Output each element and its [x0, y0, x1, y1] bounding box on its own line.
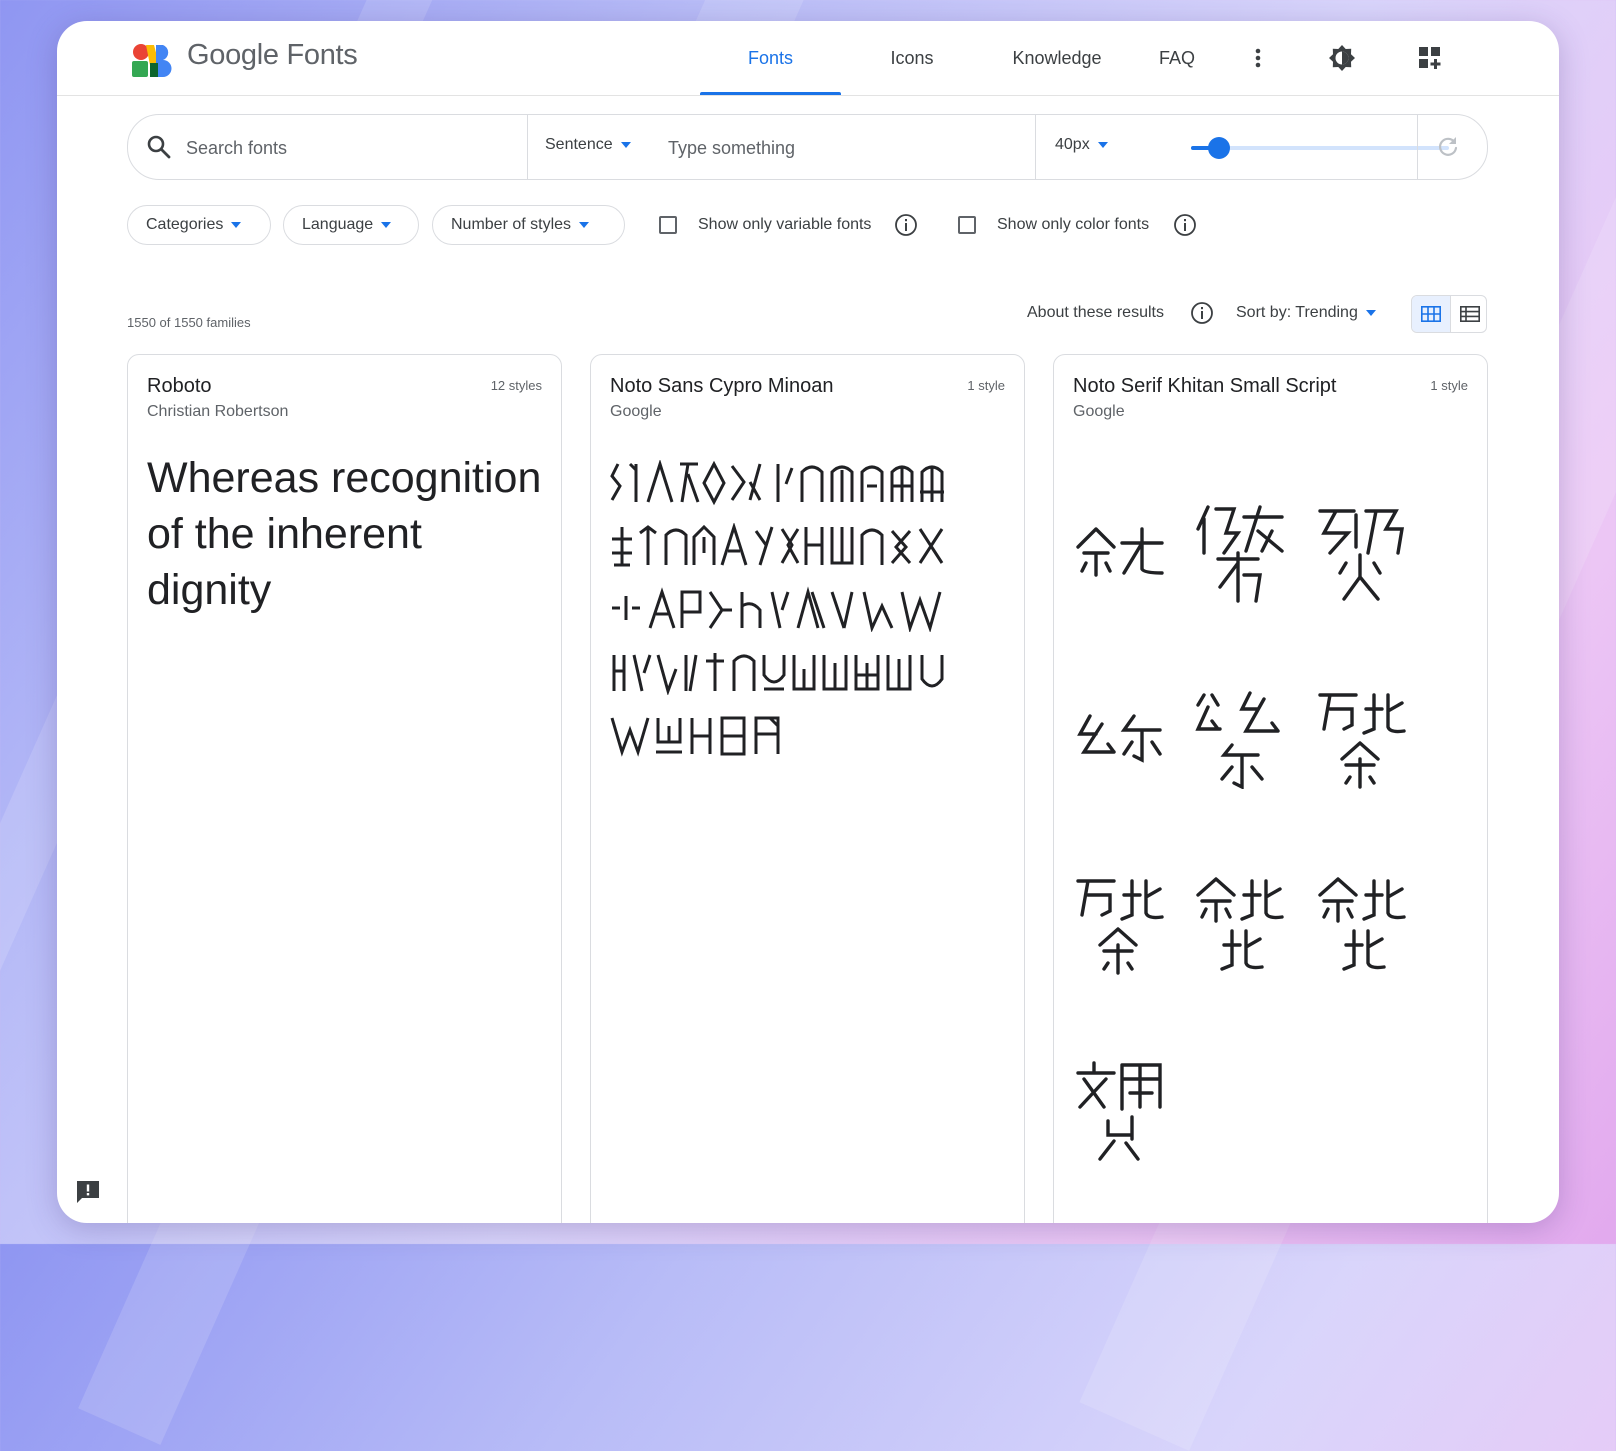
info-icon[interactable]	[894, 213, 918, 237]
glyph-block	[1318, 877, 1406, 971]
google-fonts-logo[interactable]	[132, 43, 172, 77]
variable-fonts-label[interactable]: Show only variable fonts	[698, 216, 871, 234]
font-name[interactable]: Roboto	[147, 375, 212, 398]
font-card-noto-sans-cypro-minoan[interactable]: Noto Sans Cypro Minoan Google 1 style	[590, 354, 1025, 1223]
font-card-roboto[interactable]: Roboto Christian Robertson 12 styles Whe…	[127, 354, 562, 1223]
font-size-label: 40px	[1055, 136, 1090, 153]
preview-mode-label: Sentence	[545, 136, 613, 153]
glyph-block	[1318, 509, 1405, 601]
language-label: Language	[302, 216, 374, 233]
apps-add-icon[interactable]	[1413, 41, 1447, 75]
list-view-icon	[1460, 306, 1480, 322]
top-app-bar: Google Fonts Fonts Icons Knowledge FAQ	[57, 21, 1559, 96]
variable-fonts-checkbox[interactable]	[659, 216, 677, 234]
glyph-block	[1195, 691, 1280, 789]
number-of-styles-label: Number of styles	[451, 216, 572, 233]
brightness-icon[interactable]	[1325, 41, 1359, 75]
glyph-block	[1318, 693, 1406, 789]
tab-knowledge[interactable]: Knowledge	[992, 48, 1122, 69]
search-icon	[147, 135, 171, 159]
glyph-block	[1196, 877, 1284, 971]
glyph-line	[612, 586, 942, 632]
feedback-icon[interactable]	[75, 1179, 101, 1205]
color-fonts-label[interactable]: Show only color fonts	[997, 216, 1149, 234]
glyph-line	[610, 460, 944, 506]
chevron-down-icon	[620, 141, 631, 148]
search-input[interactable]	[184, 133, 508, 163]
info-icon[interactable]	[1173, 213, 1197, 237]
categories-label: Categories	[146, 216, 224, 233]
glyph-block	[1076, 1061, 1162, 1161]
info-icon[interactable]	[1190, 301, 1214, 325]
tab-icons[interactable]: Icons	[852, 48, 972, 69]
chevron-down-icon	[381, 222, 392, 228]
about-results-link[interactable]: About these results	[1027, 304, 1164, 322]
view-toggle	[1411, 295, 1487, 333]
color-fonts-checkbox[interactable]	[958, 216, 976, 234]
active-tab-indicator	[700, 92, 841, 95]
font-author: Google	[610, 403, 662, 420]
font-author: Christian Robertson	[147, 403, 289, 420]
search-preview-bar: Sentence 40px	[127, 114, 1488, 180]
results-count: 1550 of 1550 families	[127, 315, 251, 330]
glyph-block	[1076, 527, 1164, 577]
chevron-down-icon	[231, 222, 242, 228]
chevron-down-icon	[579, 222, 590, 228]
style-count: 1 style	[967, 378, 1005, 393]
browser-window: Google Fonts Fonts Icons Knowledge FAQ S…	[57, 21, 1559, 1223]
tab-faq[interactable]: FAQ	[1137, 48, 1217, 69]
preview-text-input[interactable]	[666, 133, 1010, 163]
logo-text[interactable]: Google Fonts	[187, 39, 358, 72]
glyph-block	[1077, 714, 1162, 763]
more-vert-icon[interactable]	[1241, 41, 1275, 75]
tab-fonts[interactable]: Fonts	[700, 48, 841, 69]
style-count: 12 styles	[490, 378, 542, 393]
number-of-styles-filter[interactable]: Number of styles	[432, 205, 625, 245]
glyph-line	[612, 653, 944, 695]
font-preview-text[interactable]: Whereas recognition of the inherent dign…	[147, 450, 547, 618]
font-card-noto-serif-khitan-small-script[interactable]: Noto Serif Khitan Small Script Google 1 …	[1053, 354, 1488, 1223]
language-filter[interactable]: Language	[283, 205, 419, 245]
refresh-icon[interactable]	[1435, 134, 1461, 160]
glyph-line	[610, 716, 780, 757]
preview-divider	[1035, 115, 1036, 179]
glyph-line	[612, 523, 944, 567]
style-count: 1 style	[1430, 378, 1468, 393]
font-name[interactable]: Noto Sans Cypro Minoan	[610, 375, 833, 398]
sort-dropdown[interactable]: Sort by: Trending	[1236, 304, 1376, 322]
slider-thumb[interactable]	[1208, 137, 1231, 159]
font-size-slider[interactable]	[1191, 137, 1449, 159]
glyph-block	[1076, 879, 1164, 975]
grid-view-button[interactable]	[1412, 296, 1450, 332]
grid-view-icon	[1421, 306, 1441, 322]
chevron-down-icon	[1365, 309, 1376, 316]
chevron-down-icon	[1097, 141, 1108, 148]
sort-label: Sort by: Trending	[1236, 304, 1358, 321]
preview-mode-dropdown[interactable]: Sentence	[545, 136, 631, 154]
font-author: Google	[1073, 403, 1125, 420]
glyph-block	[1196, 505, 1284, 603]
list-view-button[interactable]	[1450, 296, 1486, 332]
font-name[interactable]: Noto Serif Khitan Small Script	[1073, 375, 1336, 398]
categories-filter[interactable]: Categories	[127, 205, 271, 245]
font-size-dropdown[interactable]: 40px	[1055, 136, 1108, 154]
slider-divider	[1417, 115, 1418, 179]
search-divider	[527, 115, 528, 179]
